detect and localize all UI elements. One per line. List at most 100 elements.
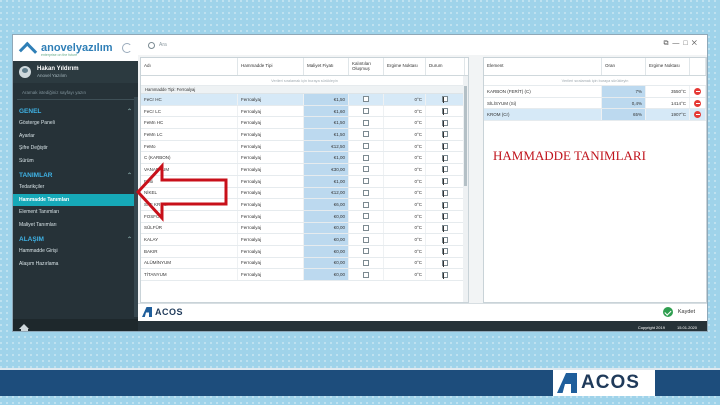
col-header-cost[interactable]: Maliyet Fiyatı [304, 58, 349, 75]
table-row[interactable]: KROM (Cr) 65% 1907°C [484, 109, 706, 122]
search-icon[interactable] [148, 41, 155, 49]
residue-checkbox[interactable] [349, 129, 384, 140]
status-checkbox[interactable] [426, 129, 465, 140]
table-row[interactable]: FeCr HC Ferroalyaj €1,50 0°C [141, 94, 468, 106]
chevron-up-icon[interactable]: ⌃ [127, 108, 132, 115]
window-controls[interactable]: ⧉—□✕ [663, 40, 701, 48]
sidebar-item[interactable]: Şifre Değiştir [13, 142, 138, 155]
col-header-status[interactable]: Durum [426, 58, 465, 75]
residue-checkbox[interactable] [349, 105, 384, 117]
residue-checkbox[interactable] [349, 199, 384, 210]
sidebar-item[interactable]: Element Tanımları [13, 206, 138, 219]
col-header-residue[interactable]: Kalıntıları Oluşmuş [349, 58, 384, 75]
checkbox[interactable] [363, 224, 369, 231]
checkbox[interactable] [363, 271, 369, 278]
status-checkbox[interactable] [426, 210, 465, 222]
grid-scrollbar[interactable] [463, 76, 468, 302]
sidebar-item[interactable]: Tedarikçiler [13, 181, 138, 194]
sidebar-section-2[interactable]: ALAŞIM ⌃ [13, 231, 138, 245]
col-header-ratio[interactable]: Oran [602, 58, 646, 75]
residue-checkbox[interactable] [349, 257, 384, 269]
checkbox[interactable] [363, 154, 369, 161]
table-row[interactable]: KALAY Ferroalyaj €0,00 0°C [141, 234, 468, 246]
sidebar-item[interactable]: Sürüm [13, 155, 138, 168]
residue-checkbox[interactable] [349, 164, 384, 175]
col-header-name[interactable]: Adı [141, 58, 238, 75]
table-row[interactable]: FeMn LC Ferroalyaj €1,50 0°C [141, 129, 468, 141]
status-checkbox[interactable] [426, 117, 465, 129]
table-row[interactable]: ALÜMİNYUM Ferroalyaj €0,00 0°C [141, 257, 468, 270]
col-header-melting[interactable]: Ergime Noktası [384, 58, 426, 75]
checkbox-checked[interactable] [442, 108, 448, 116]
status-checkbox[interactable] [426, 199, 465, 210]
status-checkbox[interactable] [426, 164, 465, 175]
home-icon[interactable] [19, 323, 29, 331]
status-checkbox[interactable] [426, 140, 465, 152]
checkbox[interactable] [363, 108, 369, 115]
status-checkbox[interactable] [426, 234, 465, 245]
delete-icon[interactable] [694, 111, 701, 119]
status-checkbox[interactable] [426, 269, 465, 280]
checkbox-checked[interactable] [442, 259, 448, 267]
residue-checkbox[interactable] [349, 245, 384, 257]
checkbox-checked[interactable] [442, 248, 448, 256]
status-checkbox[interactable] [426, 94, 465, 105]
delete-icon[interactable] [694, 87, 701, 95]
checkbox-checked[interactable] [442, 224, 448, 232]
checkbox[interactable] [363, 143, 369, 150]
col-header-melting[interactable]: Ergime Noktası [646, 58, 690, 75]
checkbox[interactable] [363, 131, 369, 138]
checkbox[interactable] [363, 178, 369, 185]
delete-cell[interactable] [690, 86, 706, 97]
status-checkbox[interactable] [426, 187, 465, 199]
refresh-icon[interactable] [122, 43, 132, 53]
sidebar-item[interactable]: Hammadde Girişi [13, 245, 138, 258]
table-row[interactable]: FeMn HC Ferroalyaj €1,50 0°C [141, 117, 468, 130]
status-checkbox[interactable] [426, 175, 465, 187]
status-checkbox[interactable] [426, 105, 465, 117]
col-header-element[interactable]: Element [484, 58, 602, 75]
residue-checkbox[interactable] [349, 140, 384, 152]
checkbox[interactable] [363, 201, 369, 208]
sidebar-section-1[interactable]: TANIMLAR ⌃ [13, 167, 138, 181]
residue-checkbox[interactable] [349, 222, 384, 234]
group-drop-hint[interactable]: Verileri sıralamak için buraya sürükleyi… [141, 76, 468, 86]
checkbox-checked[interactable] [442, 154, 448, 162]
save-button[interactable]: Kaydet [662, 307, 695, 317]
sidebar-section-0[interactable]: GENEL ⌃ [13, 103, 138, 117]
checkbox-checked[interactable] [442, 96, 448, 104]
group-row[interactable]: Hammadde Tipi: Ferroalyaj [141, 86, 468, 94]
delete-icon[interactable] [694, 99, 701, 107]
chevron-up-icon[interactable]: ⌃ [127, 172, 132, 179]
table-row[interactable]: TİTANYUM Ferroalyaj €0,00 0°C [141, 269, 468, 281]
table-row[interactable]: SÜLFÜR Ferroalyaj €0,00 0°C [141, 222, 468, 235]
status-checkbox[interactable] [426, 257, 465, 269]
sidebar-item[interactable]: Hammadde Tanımları [13, 193, 138, 206]
checkbox[interactable] [363, 96, 369, 103]
checkbox-checked[interactable] [442, 213, 448, 221]
residue-checkbox[interactable] [349, 269, 384, 280]
checkbox[interactable] [363, 236, 369, 243]
residue-checkbox[interactable] [349, 117, 384, 129]
status-checkbox[interactable] [426, 245, 465, 257]
residue-checkbox[interactable] [349, 175, 384, 187]
table-row[interactable]: BAKIR Ferroalyaj €0,00 0°C [141, 245, 468, 258]
checkbox-checked[interactable] [442, 178, 448, 186]
table-row[interactable]: FeMo Ferroalyaj €12,50 0°C [141, 140, 468, 153]
table-row[interactable]: SİLİSYUM (Si) 0,4% 1414°C [484, 97, 706, 110]
checkbox[interactable] [363, 119, 369, 126]
sidebar-item[interactable]: Alaşım Hazırlama [13, 258, 138, 271]
checkbox-checked[interactable] [442, 236, 448, 244]
residue-checkbox[interactable] [349, 234, 384, 245]
status-checkbox[interactable] [426, 152, 465, 164]
checkbox-checked[interactable] [442, 143, 448, 151]
group-drop-hint[interactable]: Verileri sıralamak için buraya sürükleyi… [484, 76, 706, 86]
status-checkbox[interactable] [426, 222, 465, 234]
residue-checkbox[interactable] [349, 152, 384, 164]
col-header-type[interactable]: Hammadde Tipi [238, 58, 304, 75]
search-input[interactable]: Ara [159, 42, 167, 48]
table-row[interactable]: FeCr LC Ferroalyaj €1,60 0°C [141, 105, 468, 118]
sidebar-search-input[interactable]: Aramak istediğiniz sayfayı yazın [17, 86, 134, 100]
checkbox-checked[interactable] [442, 201, 448, 209]
checkbox[interactable] [363, 166, 369, 173]
